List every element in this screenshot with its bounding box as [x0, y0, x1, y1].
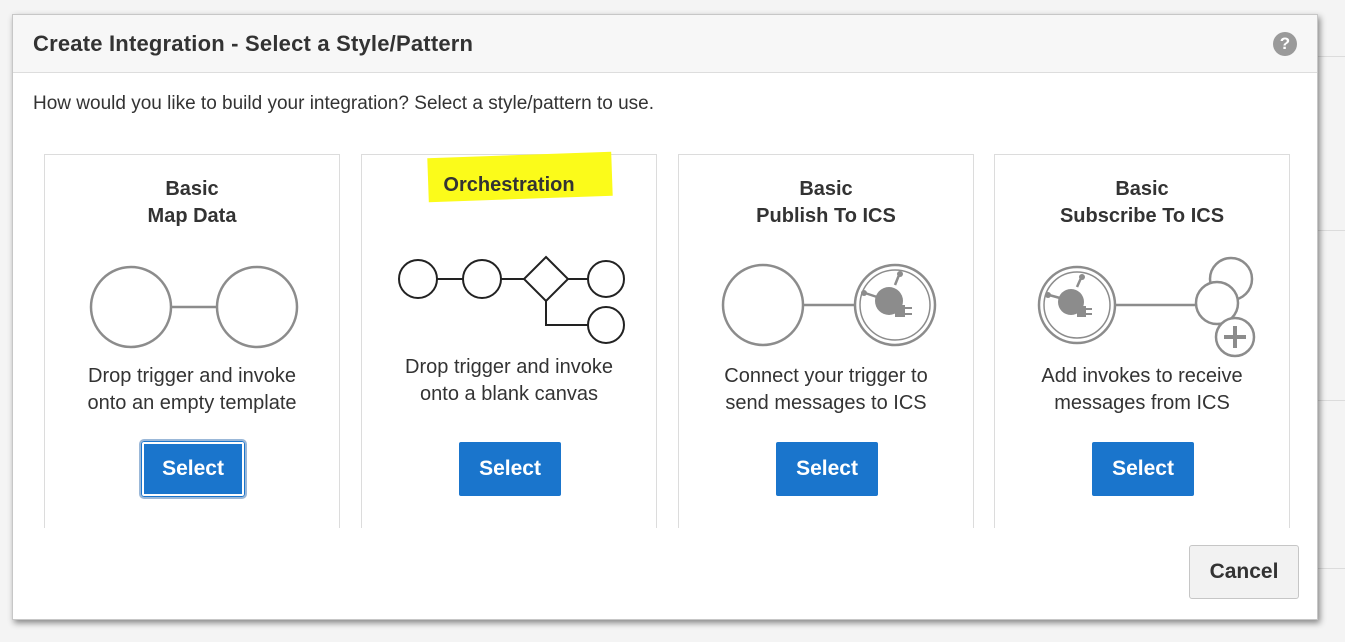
- card-title: Basic Publish To ICS: [679, 176, 973, 230]
- card-desc-line2: messages from ICS: [1054, 392, 1230, 414]
- select-orchestration-button[interactable]: Select: [459, 442, 561, 496]
- card-description: Drop trigger and invoke onto a blank can…: [362, 354, 656, 408]
- add-plus-icon: [1214, 316, 1256, 358]
- card-title: Orchestration: [362, 172, 656, 199]
- card-basic-map-data: Basic Map Data Drop trigger and invoke o…: [44, 154, 340, 528]
- card-title-line1: Basic: [799, 178, 853, 200]
- card-title: Basic Subscribe To ICS: [995, 176, 1289, 230]
- card-basic-subscribe-to-ics: Basic Subscribe To ICS Add invokes to re…: [994, 154, 1290, 528]
- card-desc-line1: Drop trigger and invoke: [88, 365, 296, 387]
- card-description: Connect your trigger to send messages to…: [679, 363, 973, 417]
- dialog-titlebar: Create Integration - Select a Style/Patt…: [13, 15, 1317, 73]
- card-title-line2: Publish To ICS: [756, 205, 896, 227]
- subscribe-diagram-icon: [1037, 256, 1256, 358]
- dialog-title: Create Integration - Select a Style/Patt…: [33, 31, 474, 56]
- card-title: Basic Map Data: [45, 176, 339, 230]
- card-desc-line1: Add invokes to receive: [1041, 365, 1243, 387]
- orchestration-flow-diagram-icon: [398, 255, 625, 344]
- card-desc-line2: onto an empty template: [87, 392, 297, 414]
- card-basic-publish-to-ics: Basic Publish To ICS Connect your trigge…: [678, 154, 974, 528]
- publish-diagram-icon: [721, 263, 937, 347]
- card-description: Add invokes to receive messages from ICS: [995, 363, 1289, 417]
- card-desc-line1: Drop trigger and invoke: [405, 356, 613, 378]
- card-title-line1: Basic: [1115, 178, 1169, 200]
- select-subscribe-button[interactable]: Select: [1092, 442, 1194, 496]
- card-title-line2: Map Data: [147, 205, 237, 227]
- cancel-button[interactable]: Cancel: [1189, 545, 1299, 599]
- card-title-line1: Basic: [165, 178, 219, 200]
- help-icon[interactable]: ?: [1273, 32, 1297, 56]
- dialog-intro-text: How would you like to build your integra…: [33, 93, 655, 114]
- card-desc-line1: Connect your trigger to: [724, 365, 928, 387]
- select-publish-button[interactable]: Select: [776, 442, 878, 496]
- create-integration-dialog: Create Integration - Select a Style/Patt…: [12, 14, 1318, 620]
- card-description: Drop trigger and invoke onto an empty te…: [45, 363, 339, 417]
- card-title-line1: Orchestration: [443, 174, 575, 196]
- two-nodes-diagram-icon: [89, 265, 299, 349]
- card-title-line2: Subscribe To ICS: [1059, 205, 1225, 227]
- card-orchestration: Orchestration Drop trigger and invoke on…: [361, 151, 657, 528]
- card-desc-line2: onto a blank canvas: [420, 383, 598, 405]
- select-map-data-button[interactable]: Select: [139, 439, 247, 499]
- card-desc-line2: send messages to ICS: [725, 392, 927, 414]
